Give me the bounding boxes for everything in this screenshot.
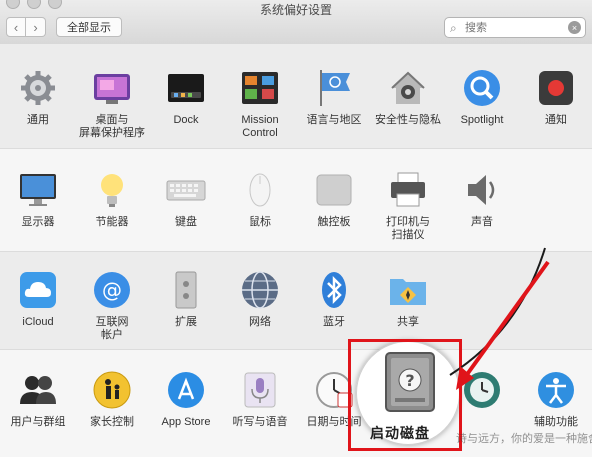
watermark-text: 诗与远方，你的爱是一种施舍 — [456, 433, 592, 445]
annotation-arrow — [449, 247, 550, 390]
